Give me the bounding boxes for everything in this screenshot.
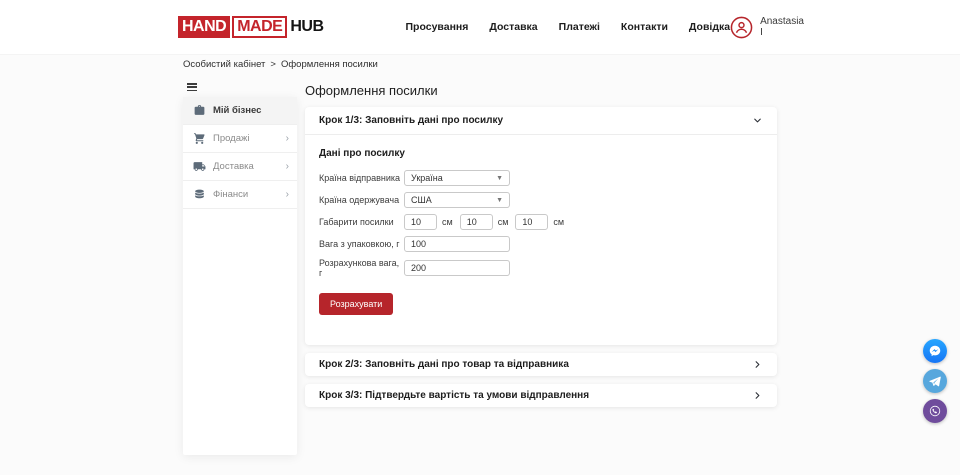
telegram-icon (928, 374, 942, 388)
nav-item-delivery[interactable]: Доставка (489, 21, 537, 33)
packed-weight-input[interactable] (404, 236, 510, 252)
viber-icon (928, 404, 942, 418)
caret-down-icon: ▼ (496, 175, 503, 182)
briefcase-icon (193, 104, 206, 117)
step-2-label: Крок 2/3: Заповніть дані про товар та ві… (319, 359, 569, 370)
step-3-header[interactable]: Крок 3/3: Підтвердьте вартість та умови … (305, 384, 777, 407)
sender-country-value: Україна (411, 173, 443, 183)
chevron-right-icon (752, 390, 763, 401)
dimensions-row: Габарити посилки см см см (319, 214, 763, 230)
dimension-unit: см (442, 217, 453, 227)
chevron-right-icon (752, 359, 763, 370)
logo-hand: HAND (178, 16, 230, 38)
sidebar-item-label: Мій бізнес (213, 105, 289, 116)
nav-item-help[interactable]: Довідка (689, 21, 730, 33)
nav-item-payments[interactable]: Платежі (559, 21, 600, 33)
dimension-height-input[interactable] (515, 214, 548, 230)
caret-down-icon: ▼ (496, 197, 503, 204)
chevron-down-icon (752, 115, 763, 126)
step-1-label: Крок 1/3: Заповніть дані про посилку (319, 115, 503, 126)
app-header: HAND MADE HUB Просування Доставка Платеж… (0, 0, 960, 55)
user-avatar-icon (730, 16, 753, 39)
chevron-right-icon: › (286, 162, 289, 172)
recipient-country-label: Країна одержувача (319, 195, 404, 205)
recipient-country-row: Країна одержувача США ▼ (319, 192, 763, 208)
breadcrumb: Особистий кабінет > Оформлення посилки (183, 59, 378, 70)
form-section-title: Дані про посилку (319, 148, 763, 159)
breadcrumb-home[interactable]: Особистий кабінет (183, 59, 265, 70)
logo-made: MADE (232, 16, 287, 38)
sidebar-item-label: Фінанси (213, 189, 286, 200)
cart-icon (193, 132, 206, 145)
main-content: Оформлення посилки Крок 1/3: Заповніть д… (305, 83, 777, 415)
messenger-icon (928, 344, 942, 358)
social-button-stack (923, 339, 947, 423)
calculated-weight-row: Розрахункова вага, г (319, 258, 763, 278)
parcel-form: Дані про посилку Країна відправника Укра… (305, 134, 777, 345)
calculate-button[interactable]: Розрахувати (319, 293, 393, 315)
dimension-width-input[interactable] (460, 214, 493, 230)
sidebar-toggle-icon[interactable] (187, 83, 197, 93)
sidebar-item-label: Доставка (213, 161, 286, 172)
telegram-button[interactable] (923, 369, 947, 393)
coins-icon (193, 188, 206, 201)
sidebar-item-sales[interactable]: Продажі › (183, 125, 297, 153)
recipient-country-value: США (411, 195, 432, 205)
sender-country-label: Країна відправника (319, 173, 404, 183)
nav-item-contacts[interactable]: Контакти (621, 21, 668, 33)
recipient-country-select[interactable]: США ▼ (404, 192, 510, 208)
packed-weight-label: Вага з упаковкою, г (319, 239, 404, 249)
step-3-label: Крок 3/3: Підтвердьте вартість та умови … (319, 390, 589, 401)
dimension-length-input[interactable] (404, 214, 437, 230)
chevron-right-icon: › (286, 190, 289, 200)
logo-hub: HUB (290, 18, 323, 36)
dimension-unit: см (553, 217, 564, 227)
packed-weight-row: Вага з упаковкою, г (319, 236, 763, 252)
sidebar-item-my-business[interactable]: Мій бізнес (183, 97, 297, 125)
truck-icon (193, 160, 206, 173)
sidebar-item-delivery[interactable]: Доставка › (183, 153, 297, 181)
step-1-card: Крок 1/3: Заповніть дані про посилку Дан… (305, 107, 777, 345)
page-title: Оформлення посилки (305, 83, 777, 98)
breadcrumb-separator: > (270, 59, 276, 70)
sidebar: Мій бізнес Продажі › Доставка › Фінанси … (183, 97, 297, 455)
step-2-header[interactable]: Крок 2/3: Заповніть дані про товар та ві… (305, 353, 777, 376)
nav-item-promotion[interactable]: Просування (406, 21, 469, 33)
dimensions-label: Габарити посилки (319, 217, 404, 227)
user-name: Anastasia I (760, 16, 804, 38)
main-nav: Просування Доставка Платежі Контакти Дов… (406, 21, 731, 33)
sidebar-item-label: Продажі (213, 133, 286, 144)
step-1-header[interactable]: Крок 1/3: Заповніть дані про посилку (305, 107, 777, 134)
brand-logo[interactable]: HAND MADE HUB (178, 16, 324, 38)
calculated-weight-input[interactable] (404, 260, 510, 276)
breadcrumb-current: Оформлення посилки (281, 59, 378, 70)
sender-country-row: Країна відправника Україна ▼ (319, 170, 763, 186)
sidebar-item-finances[interactable]: Фінанси › (183, 181, 297, 209)
viber-button[interactable] (923, 399, 947, 423)
chevron-right-icon: › (286, 134, 289, 144)
sender-country-select[interactable]: Україна ▼ (404, 170, 510, 186)
user-menu[interactable]: Anastasia I (730, 16, 804, 39)
messenger-button[interactable] (923, 339, 947, 363)
calculated-weight-label: Розрахункова вага, г (319, 258, 404, 278)
dimension-unit: см (498, 217, 509, 227)
